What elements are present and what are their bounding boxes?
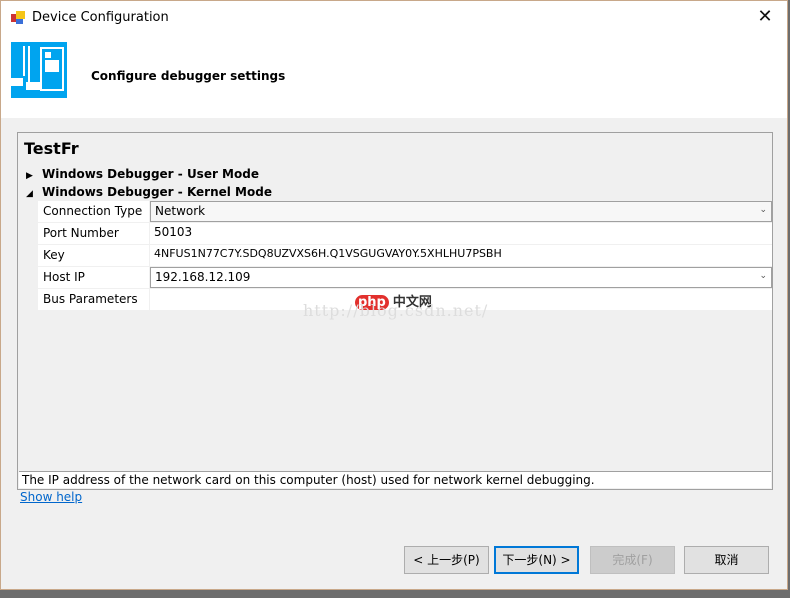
property-label: Key xyxy=(38,245,150,266)
property-label: Host IP xyxy=(38,267,150,288)
app-icon xyxy=(11,11,25,25)
close-button[interactable]: ✕ xyxy=(743,1,787,35)
wizard-header: Configure debugger settings xyxy=(1,35,787,118)
header-title: Configure debugger settings xyxy=(91,69,286,83)
finish-button[interactable]: 完成(F) xyxy=(590,546,675,574)
property-label: Port Number xyxy=(38,223,150,244)
collapse-arrow-icon: ◢ xyxy=(26,189,33,199)
property-row-key[interactable]: Key 4NFUS1N77C7Y.SDQ8UZVXS6H.Q1VSGUGVAY0… xyxy=(38,245,772,267)
connection-type-dropdown[interactable]: Network ⌄ xyxy=(150,201,772,222)
port-number-field[interactable]: 50103 xyxy=(150,223,772,244)
chevron-down-icon[interactable]: ⌄ xyxy=(759,271,767,281)
property-label: Connection Type xyxy=(38,201,150,222)
property-row-port-number[interactable]: Port Number 50103 xyxy=(38,223,772,245)
device-configuration-dialog: Device Configuration ✕ Configure debugge… xyxy=(0,0,788,590)
property-value: 192.168.12.109 xyxy=(155,270,251,284)
show-help-link[interactable]: Show help xyxy=(20,490,82,504)
expand-arrow-icon: ▶ xyxy=(26,171,33,181)
property-label: Bus Parameters xyxy=(38,289,150,310)
tree-item-kernel-mode[interactable]: ◢ Windows Debugger - Kernel Mode xyxy=(26,185,272,199)
chevron-down-icon[interactable]: ⌄ xyxy=(759,205,767,215)
tree-item-user-mode[interactable]: ▶ Windows Debugger - User Mode xyxy=(26,167,259,181)
host-ip-dropdown[interactable]: 192.168.12.109 ⌄ xyxy=(150,267,772,288)
next-button[interactable]: 下一步(N) > xyxy=(494,546,579,574)
property-description: The IP address of the network card on th… xyxy=(19,471,771,488)
window-title: Device Configuration xyxy=(32,10,169,25)
tree-item-label: Windows Debugger - Kernel Mode xyxy=(42,185,272,199)
cancel-button[interactable]: 取消 xyxy=(684,546,769,574)
watermark-url: http://blog.csdn.net/ xyxy=(303,301,489,320)
property-row-connection-type[interactable]: Connection Type Network ⌄ xyxy=(38,201,772,223)
back-button[interactable]: < 上一步(P) xyxy=(404,546,489,574)
device-icon xyxy=(11,42,67,98)
property-row-host-ip[interactable]: Host IP 192.168.12.109 ⌄ xyxy=(38,267,772,289)
title-bar: Device Configuration ✕ xyxy=(1,1,787,35)
property-value: Network xyxy=(155,204,206,218)
tree-item-label: Windows Debugger - User Mode xyxy=(42,167,259,181)
target-name: TestFr xyxy=(24,139,79,158)
key-field[interactable]: 4NFUS1N77C7Y.SDQ8UZVXS6H.Q1VSGUGVAY0Y.5X… xyxy=(150,245,772,266)
